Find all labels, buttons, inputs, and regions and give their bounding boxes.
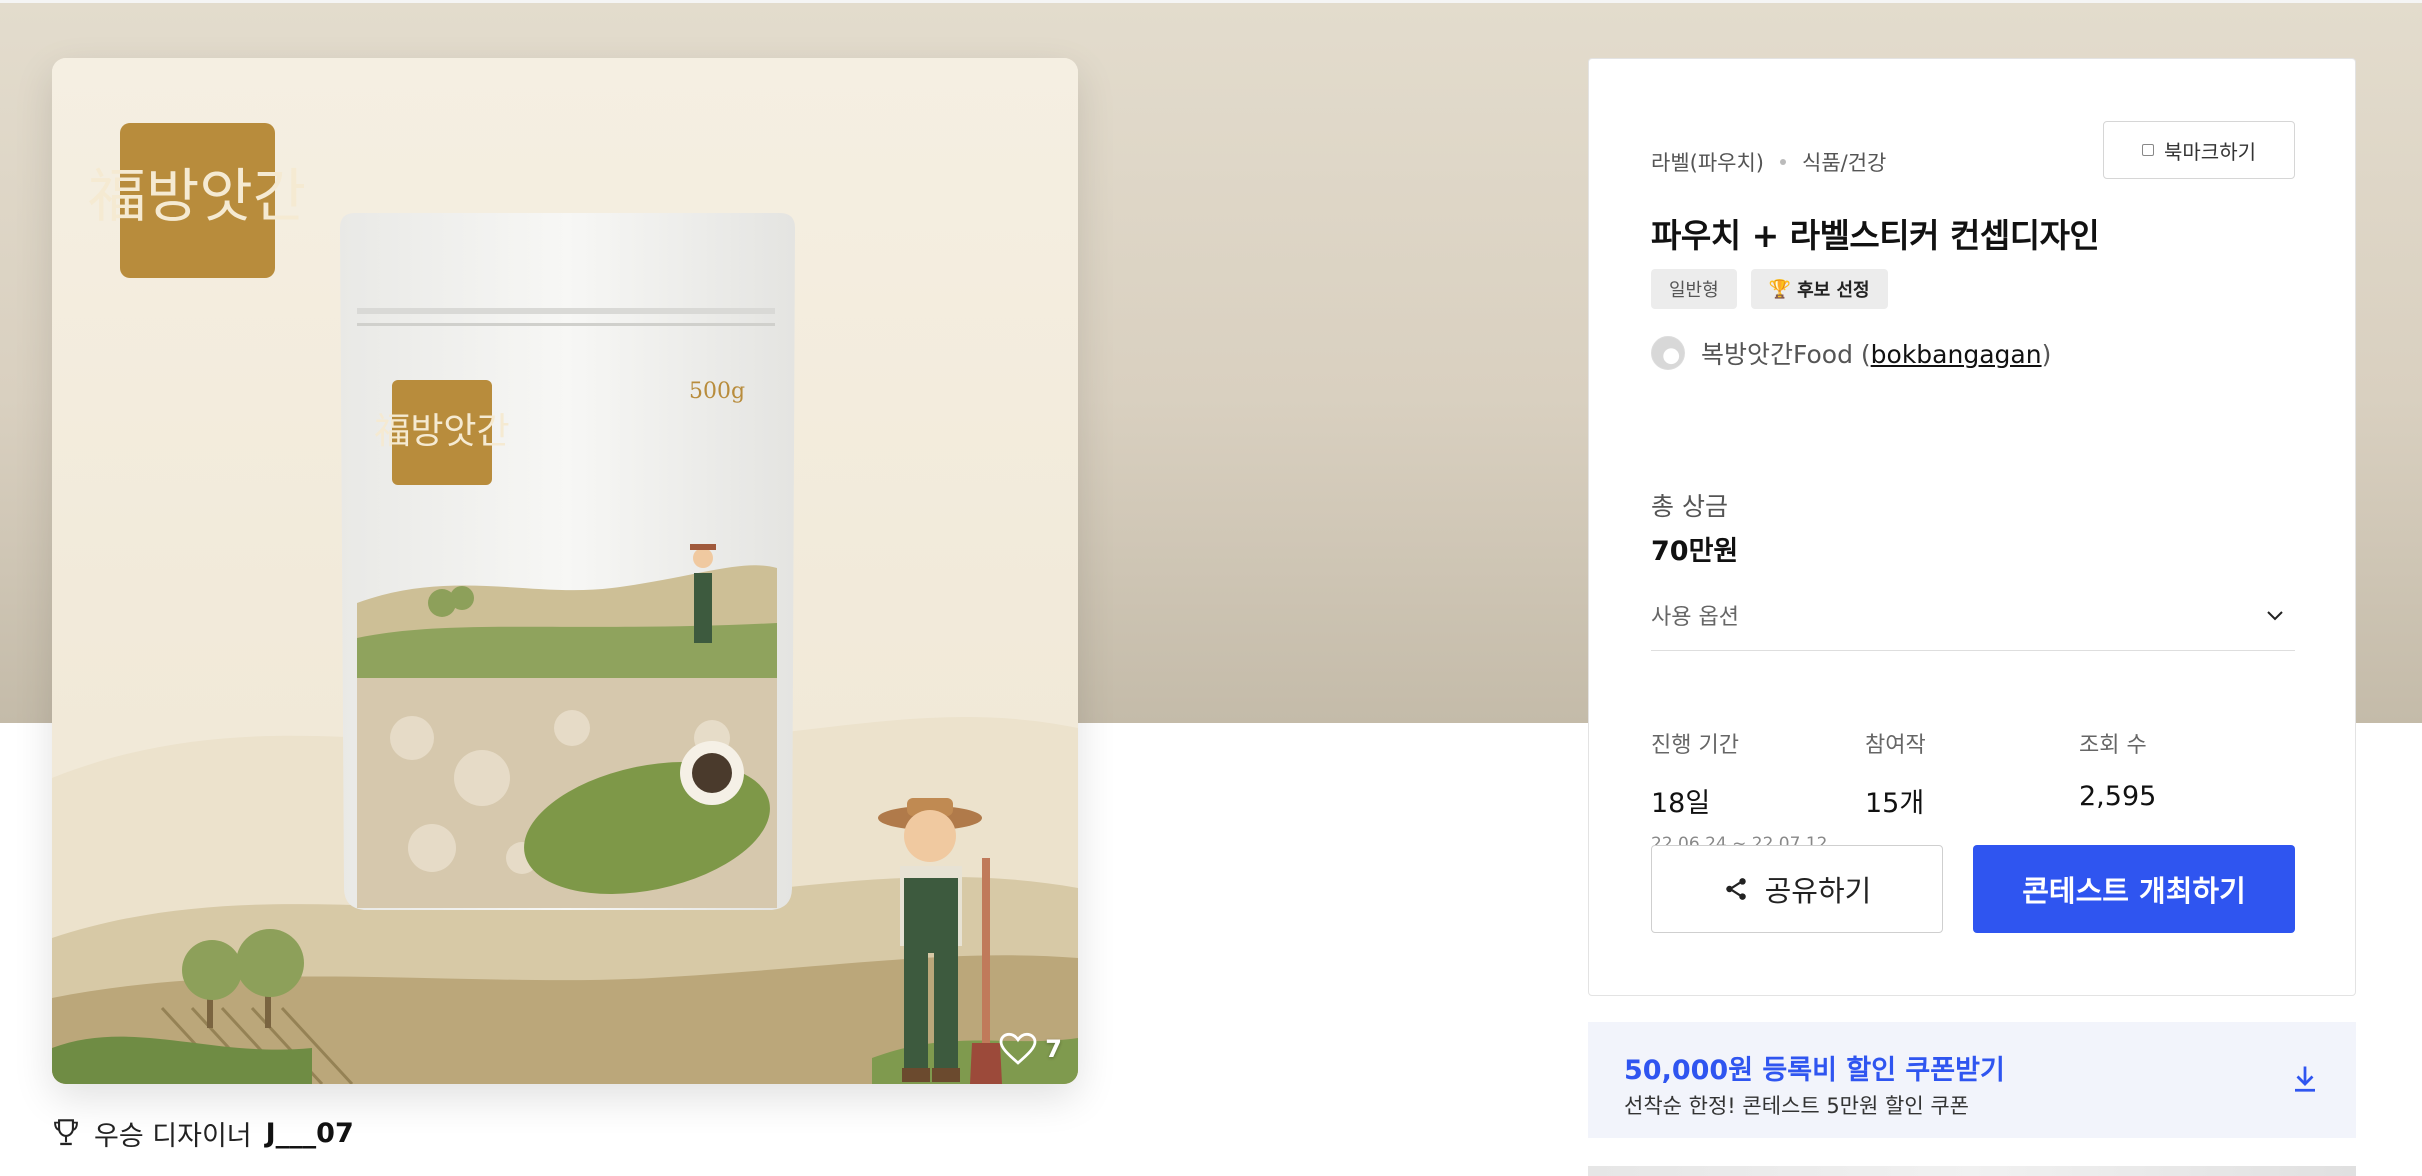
coupon-banner[interactable]: 50,000원 등록비 할인 쿠폰받기 선착순 한정! 콘테스트 5만원 할인 … [1588,1022,2356,1138]
share-label: 공유하기 [1764,874,1872,908]
pouch-logo: 福방앗간 [374,411,509,452]
coupon-subtitle: 선착순 한정! 콘테스트 5만원 할인 쿠폰 [1624,1094,1969,1118]
tag-list: 일반형 🏆 후보 선정 [1651,269,1888,309]
product-image[interactable]: 福방앗간 福방앗간 500g 7 [52,58,1078,1084]
contest-info-card: 라벨(파우치) 식품/건강 북마크하기 파우치 + 라벨스티커 컨셉디자인 일반… [1588,58,2356,996]
chevron-down-icon [2267,610,2283,620]
download-icon[interactable] [2290,1062,2320,1096]
winner-designer: 우승 디자이너 J___07 [52,1113,354,1153]
heart-icon [999,1032,1037,1065]
trophy-icon: 🏆 [1768,278,1792,300]
tag-type-label: 일반형 [1669,280,1719,301]
breadcrumb-item-subcategory[interactable]: 식품/건강 [1802,147,1886,177]
host-name: 복방앗간Food [1701,340,1853,369]
stat-duration: 진행 기간 18일 22.06.24 ~ 22.07.12 [1651,727,1865,854]
host-info: 복방앗간Food (bokbangagan) [1651,335,2051,371]
stat-views-value: 2,595 [2079,781,2157,812]
breadcrumb-item-category[interactable]: 라벨(파우치) [1651,147,1764,177]
contest-stats: 진행 기간 18일 22.06.24 ~ 22.07.12 참여작 15개 조회… [1651,727,2295,854]
breadcrumb-separator [1780,159,1786,165]
prize-label: 총 상금 [1651,492,1728,521]
contest-title: 파우치 + 라벨스티커 컨셉디자인 [1651,216,2100,255]
like-count: 7 [1045,1035,1062,1063]
usage-options-label: 사용 옵션 [1651,604,1739,630]
share-icon [1725,878,1746,900]
bookmark-icon [2142,144,2154,156]
stat-entries-value: 15개 [1865,788,1925,819]
share-button[interactable]: 공유하기 [1651,845,1943,933]
winner-label: 우승 디자이너 [94,1120,252,1152]
prize-value: 70만원 [1651,536,1739,567]
host-id-link[interactable]: bokbangagan [1871,340,2042,369]
avatar[interactable] [1651,336,1685,370]
stat-duration-value: 18일 [1651,788,1711,819]
winner-name[interactable]: J___07 [266,1118,354,1149]
bookmark-label: 북마크하기 [2164,139,2256,164]
breadcrumb: 라벨(파우치) 식품/건강 [1651,147,1886,177]
usage-options-toggle[interactable]: 사용 옵션 [1651,579,2295,651]
next-section-edge [1588,1166,2356,1176]
like-button[interactable]: 7 [999,1032,1062,1066]
bookmark-button[interactable]: 북마크하기 [2103,121,2295,179]
stat-views: 조회 수 2,595 [2079,727,2293,854]
stat-entries: 참여작 15개 [1865,727,2079,854]
stat-views-label: 조회 수 [2079,733,2147,758]
tag-type: 일반형 [1651,269,1737,309]
stat-entries-label: 참여작 [1865,733,1926,758]
tag-candidate-label: 후보 선정 [1797,280,1870,301]
trophy-icon [54,1119,78,1146]
package-weight: 500g [689,379,745,404]
stat-duration-label: 진행 기간 [1651,733,1739,758]
top-divider [0,0,2422,3]
product-illustration: 福방앗간 福방앗간 500g [52,58,1078,1084]
coupon-title: 50,000원 등록비 할인 쿠폰받기 [1624,1055,2005,1086]
host-contest-button[interactable]: 콘테스트 개최하기 [1973,845,2295,933]
tag-candidate: 🏆 후보 선정 [1750,269,1888,309]
logo-text: 福방앗간 [88,162,306,230]
